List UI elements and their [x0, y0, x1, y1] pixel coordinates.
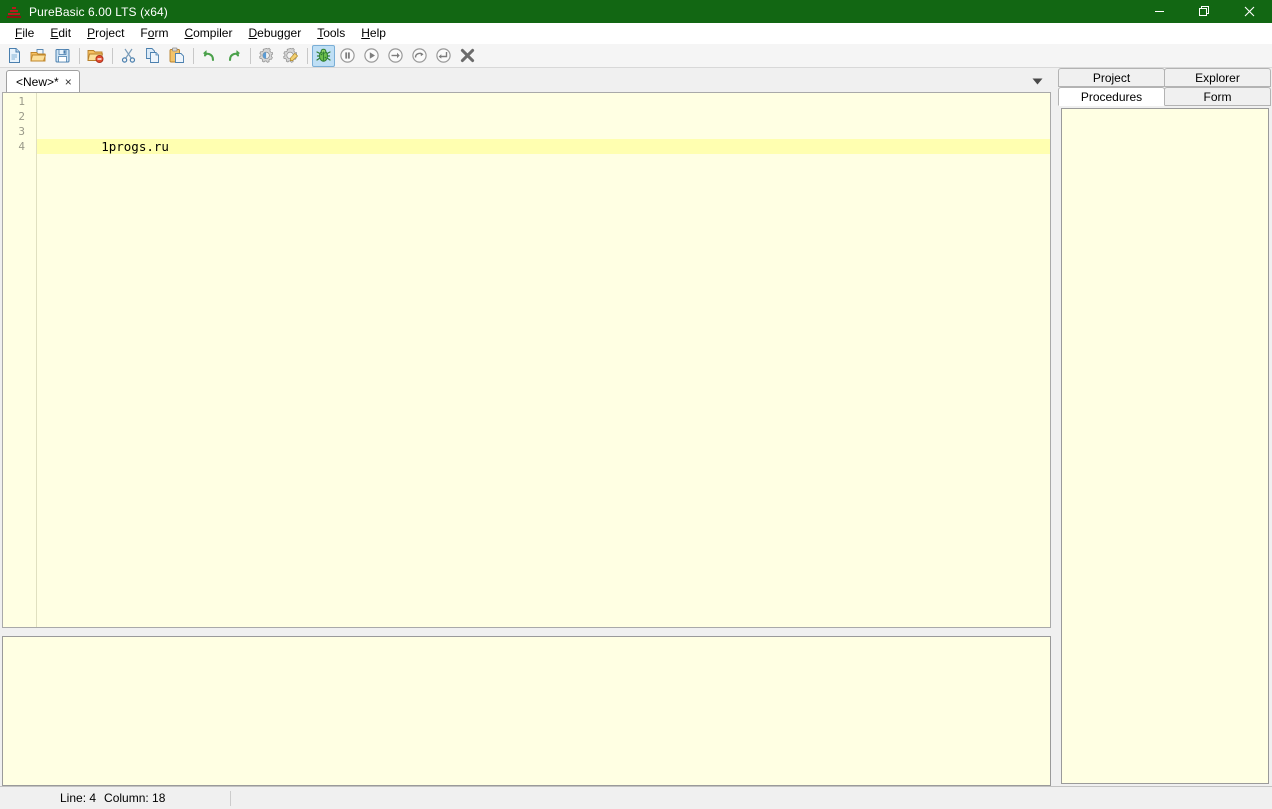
clipboard-icon — [169, 47, 184, 63]
side-panel-tabs-row-1: Project Explorer — [1058, 68, 1271, 87]
undo-arrow-icon — [203, 50, 215, 62]
editor-tab-strip: <New>* × — [0, 68, 1053, 92]
menu-item-help[interactable]: Help — [353, 24, 394, 43]
menu-bar: File Edit Project Form Compiler Debugger… — [0, 23, 1272, 44]
new-file-button[interactable] — [3, 45, 26, 67]
editor-tab-label: <New>* — [16, 74, 59, 89]
undo-button[interactable] — [198, 45, 221, 67]
tab-project[interactable]: Project — [1058, 68, 1165, 87]
gear-pencil-icon — [283, 47, 299, 63]
side-panel: Project Explorer Procedures Form — [1058, 68, 1272, 786]
status-bar: Line: 4 Column: 18 — [0, 786, 1272, 809]
editor-tab-new[interactable]: <New>* × — [6, 70, 80, 92]
menu-item-file[interactable]: File — [7, 24, 42, 43]
continue-button[interactable] — [360, 45, 383, 67]
play-circle-icon — [364, 48, 379, 63]
separator-4 — [250, 47, 251, 64]
menu-item-project[interactable]: Project — [79, 24, 132, 43]
code-line-current: 1progs.ru — [37, 139, 1050, 154]
menu-item-tools[interactable]: Tools — [309, 24, 353, 43]
editor-column: <New>* × 1 2 3 4 1progs.ru — [0, 68, 1053, 786]
line-number-gutter: 1 2 3 4 — [3, 93, 37, 627]
window-title: PureBasic 6.00 LTS (x64) — [29, 4, 168, 19]
debugger-button[interactable] — [312, 44, 335, 67]
cut-button[interactable] — [117, 45, 140, 67]
scissors-icon — [121, 48, 136, 63]
stop-x-icon — [460, 48, 475, 63]
separator-2 — [112, 47, 113, 64]
code-editor[interactable]: 1 2 3 4 1progs.ru — [2, 92, 1051, 628]
separator-5 — [307, 47, 308, 64]
tab-explorer[interactable]: Explorer — [1164, 68, 1271, 87]
tab-form-label: Form — [1203, 89, 1232, 104]
procedures-list[interactable] — [1061, 108, 1269, 784]
close-icon[interactable] — [1227, 0, 1272, 23]
status-column-label: Column: 18 — [104, 791, 166, 805]
save-disk-icon — [55, 49, 70, 63]
save-file-button[interactable] — [51, 45, 74, 67]
output-text — [3, 637, 1050, 643]
line-number: 1 — [18, 95, 25, 108]
tab-procedures[interactable]: Procedures — [1058, 87, 1165, 106]
gear-blue-icon — [259, 47, 273, 63]
menu-item-edit[interactable]: Edit — [42, 24, 79, 43]
step-out-icon — [436, 48, 451, 63]
open-file-button[interactable] — [27, 45, 50, 67]
compile-run-button[interactable] — [255, 45, 278, 67]
menu-item-form[interactable]: Form — [132, 24, 176, 43]
copy-button[interactable] — [141, 45, 164, 67]
copy-pages-icon — [146, 48, 159, 63]
step-button[interactable] — [384, 45, 407, 67]
close-file-button[interactable] — [84, 45, 107, 67]
step-over-button[interactable] — [408, 45, 431, 67]
menu-item-compiler[interactable]: Compiler — [176, 24, 240, 43]
stop-button[interactable] — [456, 45, 479, 67]
menu-item-debugger[interactable]: Debugger — [240, 24, 309, 43]
code-text-area[interactable]: 1progs.ru — [37, 93, 1050, 627]
line-number: 3 — [18, 125, 25, 138]
horizontal-splitter[interactable] — [0, 628, 1053, 636]
tab-explorer-label: Explorer — [1195, 70, 1240, 85]
open-folder-icon — [30, 49, 47, 62]
output-panel[interactable] — [2, 636, 1051, 786]
restore-icon[interactable] — [1182, 0, 1227, 23]
step-over-icon — [412, 48, 427, 63]
redo-button[interactable] — [222, 45, 245, 67]
chevron-down-icon[interactable] — [1029, 74, 1045, 88]
tab-procedures-label: Procedures — [1080, 89, 1143, 104]
line-number: 2 — [18, 110, 25, 123]
editor-tab-close-icon[interactable]: × — [65, 76, 72, 88]
close-folder-icon — [87, 50, 104, 63]
separator-1 — [79, 47, 80, 64]
tab-form[interactable]: Form — [1164, 87, 1271, 106]
tab-project-label: Project — [1092, 70, 1131, 85]
separator-3 — [193, 47, 194, 64]
compiler-options-button[interactable] — [279, 45, 302, 67]
redo-arrow-icon — [228, 50, 241, 62]
line-number: 4 — [18, 140, 25, 153]
purebasic-logo-icon — [6, 4, 22, 20]
pause-button[interactable] — [336, 45, 359, 67]
status-message — [231, 787, 251, 809]
window-controls — [1137, 0, 1272, 23]
step-arrow-icon — [388, 48, 403, 63]
pause-circle-icon — [340, 48, 355, 63]
new-file-icon — [9, 48, 20, 63]
minimize-icon[interactable] — [1137, 0, 1182, 23]
green-bug-icon — [316, 48, 331, 62]
purebasic-ide-window: PureBasic 6.00 LTS (x64) File Edit Proje… — [0, 0, 1272, 809]
status-line-label: Line: 4 — [60, 791, 97, 805]
paste-button[interactable] — [165, 45, 188, 67]
step-out-button[interactable] — [432, 45, 455, 67]
side-panel-tabs-row-2: Procedures Form — [1058, 87, 1271, 106]
main-body: <New>* × 1 2 3 4 1progs.ru Project Explo… — [0, 68, 1272, 786]
cursor-position: Line: 4 Column: 18 — [0, 787, 230, 809]
title-bar: PureBasic 6.00 LTS (x64) — [0, 0, 1272, 23]
toolbar — [0, 44, 1272, 68]
